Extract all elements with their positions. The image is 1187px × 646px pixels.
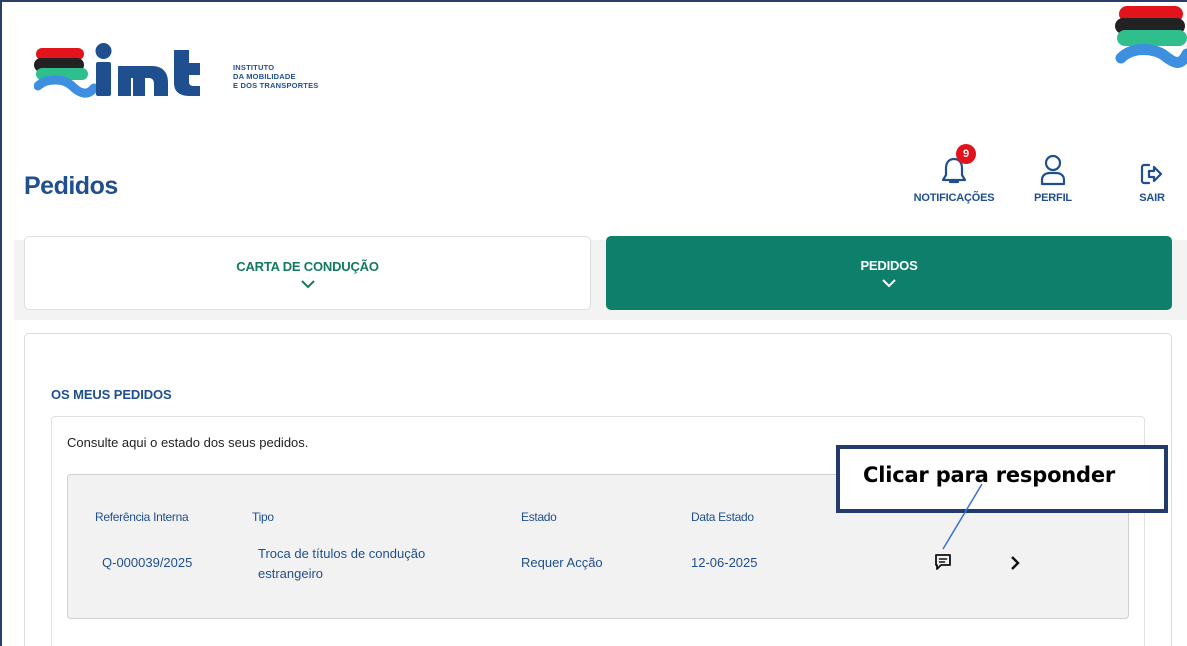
logo-subtitle-line-2: DA MOBILIDADE [233,72,296,81]
notification-count-badge: 9 [956,144,976,164]
column-header-type: Tipo [252,510,274,524]
notifications-button[interactable]: 9 NOTIFICAÇÕES [905,144,1003,204]
profile-button[interactable]: PERFIL [1020,146,1086,204]
cell-reference: Q-000039/2025 [102,555,193,570]
column-header-reference: Referência Interna [95,510,189,524]
imt-logo-mark [34,43,200,98]
profile-label: PERFIL [1034,192,1072,204]
tab-pedidos-label: PEDIDOS [860,258,918,273]
page-title: Pedidos [24,172,118,200]
tab-pedidos[interactable]: PEDIDOS [606,236,1172,310]
section-description: Consulte aqui o estado dos seus pedidos. [67,435,309,450]
section-title: OS MEUS PEDIDOS [51,387,172,402]
cell-status: Requer Acção [521,555,603,570]
column-header-status: Estado [521,510,557,524]
user-icon [1040,154,1066,186]
logo-subtitle-line-3: E DOS TRANSPORTES [233,81,319,90]
column-header-date: Data Estado [691,510,754,524]
logo-subtitle: INSTITUTO DA MOBILIDADE E DOS TRANSPORTE… [233,63,319,90]
message-icon[interactable] [934,553,952,571]
notifications-label: NOTIFICAÇÕES [913,192,995,204]
cell-type: Troca de títulos de condução estrangeiro [258,544,468,584]
logo-subtitle-line-1: INSTITUTO [233,63,275,72]
cell-type-text: Troca de títulos de condução estrangeiro [258,546,426,581]
tab-carta-label: CARTA DE CONDUÇÃO [236,259,379,274]
chevron-down-icon [300,280,315,289]
cell-date: 12-06-2025 [691,555,758,570]
annotation-text: Clicar para responder [863,463,1116,487]
chevron-down-icon [882,279,896,288]
corner-ribbon-icon [1115,6,1187,68]
logout-icon [1140,163,1163,185]
logout-label: SAIR [1139,192,1165,204]
chevron-right-icon[interactable] [1009,555,1021,571]
logout-button[interactable]: SAIR [1126,146,1178,204]
tab-carta-de-conducao[interactable]: CARTA DE CONDUÇÃO [24,236,591,310]
annotation-callout: Clicar para responder [836,445,1168,513]
